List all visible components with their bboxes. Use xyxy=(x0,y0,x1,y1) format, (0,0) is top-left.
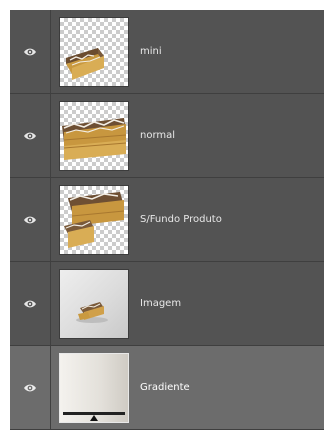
eye-icon xyxy=(24,384,36,391)
cake-slice-image xyxy=(62,118,127,160)
layer-name[interactable]: Imagem xyxy=(140,262,181,346)
layer-row-normal[interactable]: normal xyxy=(10,94,324,178)
layer-row-mini[interactable]: mini xyxy=(10,10,324,94)
layers-list: mini normal S/Fundo Produto Imagem Gradi… xyxy=(10,10,324,430)
cake-slice-image xyxy=(66,48,104,80)
eye-icon xyxy=(24,216,36,223)
layer-row-sfundo-produto[interactable]: S/Fundo Produto xyxy=(10,178,324,262)
visibility-toggle[interactable] xyxy=(10,346,51,429)
visibility-toggle[interactable] xyxy=(10,10,51,93)
layer-name[interactable]: S/Fundo Produto xyxy=(140,178,222,262)
layer-thumbnail xyxy=(59,185,129,255)
visibility-toggle[interactable] xyxy=(10,178,51,261)
selection-corner xyxy=(123,354,128,359)
eye-icon xyxy=(24,132,36,139)
layer-name[interactable]: mini xyxy=(140,10,162,94)
product-photo-image xyxy=(76,302,108,323)
layers-panel: mini normal S/Fundo Produto Imagem Gradi… xyxy=(10,10,324,430)
visibility-toggle[interactable] xyxy=(10,94,51,177)
layer-thumbnail xyxy=(59,269,129,339)
layer-thumbnail xyxy=(59,17,129,87)
layer-name[interactable]: normal xyxy=(140,94,175,178)
layer-row-imagem[interactable]: Imagem xyxy=(10,262,324,346)
selection-corner xyxy=(60,417,65,422)
layer-name[interactable]: Gradiente xyxy=(140,346,190,430)
cake-slices-image xyxy=(64,192,125,248)
visibility-toggle[interactable] xyxy=(10,262,51,345)
eye-icon xyxy=(24,48,36,55)
gradient-stop-icon xyxy=(90,415,98,421)
selection-corner xyxy=(60,354,65,359)
selection-corner xyxy=(123,417,128,422)
layer-thumbnail xyxy=(59,353,129,423)
layer-thumbnail xyxy=(59,101,129,171)
layer-row-gradiente[interactable]: Gradiente xyxy=(10,346,324,430)
eye-icon xyxy=(24,300,36,307)
